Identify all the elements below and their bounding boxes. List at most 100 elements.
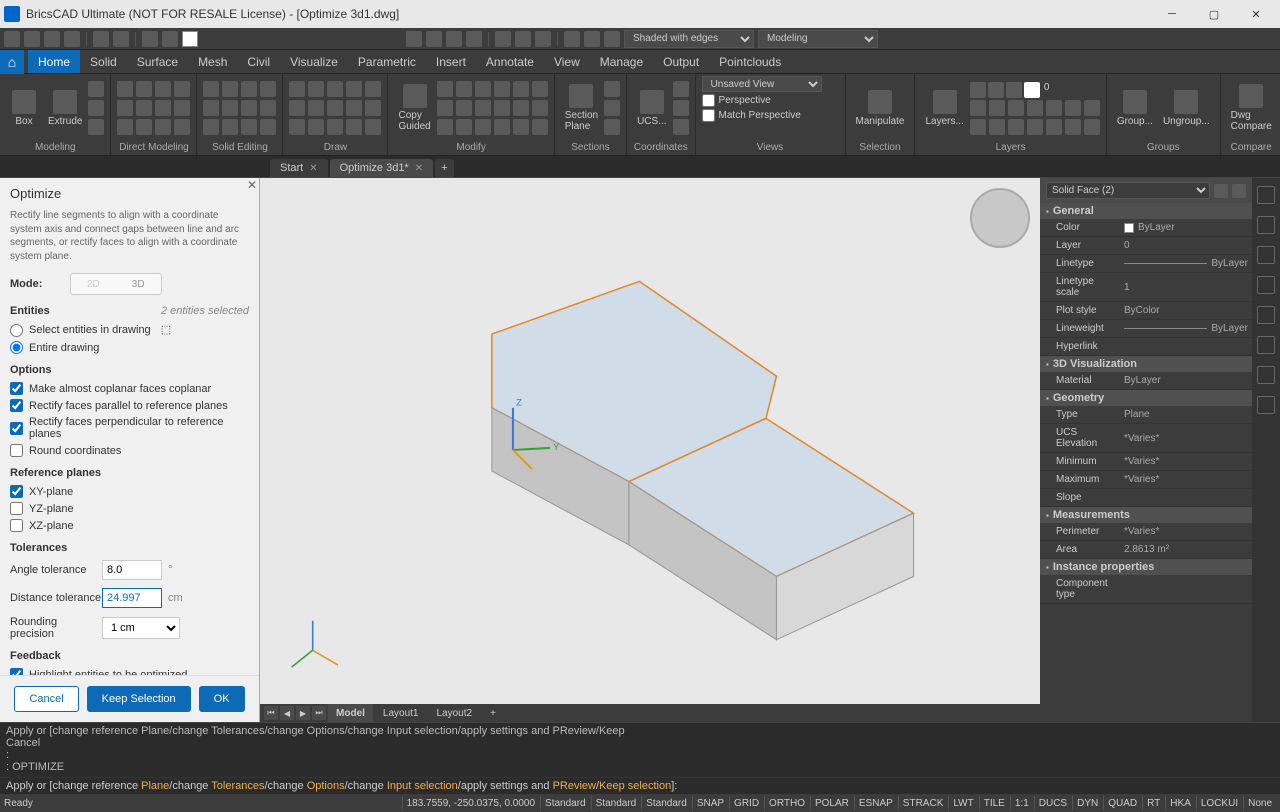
prev-layout-button[interactable]: ◀ <box>280 706 294 720</box>
status-none[interactable]: None <box>1243 796 1276 810</box>
section-general[interactable]: General <box>1040 203 1252 219</box>
entire-drawing-radio[interactable] <box>10 341 23 354</box>
plane-yz-checkbox[interactable] <box>10 502 23 515</box>
print-icon[interactable] <box>64 31 80 47</box>
status-standard2[interactable]: Standard <box>591 796 641 810</box>
highlight-checkbox[interactable] <box>10 668 23 675</box>
section-geometry[interactable]: Geometry <box>1040 390 1252 406</box>
new-icon[interactable] <box>4 31 20 47</box>
qt-icon-7[interactable] <box>142 31 158 47</box>
dwg-compare-button[interactable]: Dwg Compare <box>1227 82 1276 134</box>
command-window[interactable]: Apply or [change reference Plane/change … <box>0 722 1280 794</box>
strip-tool-7-icon[interactable] <box>1257 366 1275 384</box>
status-rt[interactable]: RT <box>1142 796 1164 810</box>
angle-tol-input[interactable] <box>102 560 162 580</box>
filter-icon[interactable] <box>1214 184 1228 198</box>
section-plane-button[interactable]: Section Plane <box>561 82 602 134</box>
section-instance[interactable]: Instance properties <box>1040 559 1252 575</box>
tab-manage[interactable]: Manage <box>590 50 653 73</box>
modeling-tool-1[interactable] <box>88 81 104 97</box>
status-snap[interactable]: SNAP <box>692 796 728 810</box>
tab-home[interactable]: Home <box>28 50 80 73</box>
layout2-tab[interactable]: Layout2 <box>428 704 480 722</box>
tab-pointclouds[interactable]: Pointclouds <box>709 50 791 73</box>
qt-icon-c[interactable] <box>446 31 462 47</box>
toggle-icon[interactable] <box>1232 184 1246 198</box>
perspective-checkbox[interactable] <box>702 94 715 107</box>
keep-selection-button[interactable]: Keep Selection <box>87 686 191 712</box>
view-cube[interactable] <box>970 188 1030 248</box>
strip-tool-2-icon[interactable] <box>1257 216 1275 234</box>
tab-mesh[interactable]: Mesh <box>188 50 237 73</box>
qt-icon-f[interactable] <box>515 31 531 47</box>
status-dyn[interactable]: DYN <box>1072 796 1102 810</box>
first-layout-button[interactable]: ⏮ <box>264 706 278 720</box>
visual-style-icon[interactable] <box>604 31 620 47</box>
status-strack[interactable]: STRACK <box>898 796 948 810</box>
next-layout-button[interactable]: ▶ <box>296 706 310 720</box>
tab-surface[interactable]: Surface <box>127 50 188 73</box>
layers-button[interactable]: Layers... <box>921 88 967 129</box>
status-ortho[interactable]: ORTHO <box>764 796 809 810</box>
strip-tool-5-icon[interactable] <box>1257 306 1275 324</box>
workspace-dropdown[interactable]: Modeling <box>758 30 878 48</box>
option-coplanar-checkbox[interactable] <box>10 382 23 395</box>
tab-output[interactable]: Output <box>653 50 709 73</box>
qt-icon-i[interactable] <box>584 31 600 47</box>
redo-icon[interactable] <box>113 31 129 47</box>
status-lwt[interactable]: LWT <box>948 796 977 810</box>
manipulate-button[interactable]: Manipulate <box>852 88 909 129</box>
ucs-button[interactable]: UCS... <box>633 88 670 129</box>
strip-tool-6-icon[interactable] <box>1257 336 1275 354</box>
status-esnap[interactable]: ESNAP <box>854 796 897 810</box>
option-round-checkbox[interactable] <box>10 444 23 457</box>
close-icon[interactable]: ✕ <box>309 163 317 174</box>
viewport-3d[interactable]: Z Y ⏮ ◀ ▶ ⏭ Model Layout1 Layout2 + <box>260 178 1040 722</box>
box-button[interactable]: Box <box>6 88 42 129</box>
section-measurements[interactable]: Measurements <box>1040 507 1252 523</box>
extrude-button[interactable]: Extrude <box>44 88 86 129</box>
open-icon[interactable] <box>24 31 40 47</box>
close-button[interactable]: ✕ <box>1236 4 1276 24</box>
option-perpendicular-checkbox[interactable] <box>10 422 23 435</box>
copy-guided-button[interactable]: Copy Guided <box>394 82 434 134</box>
status-lockui[interactable]: LOCKUI <box>1196 796 1242 810</box>
status-standard3[interactable]: Standard <box>641 796 691 810</box>
pick-cursor-icon[interactable]: ⬚ <box>161 323 175 337</box>
qt-icon-b[interactable] <box>426 31 442 47</box>
modeling-tool-3[interactable] <box>88 119 104 135</box>
properties-selector[interactable]: Solid Face (2) <box>1046 182 1210 199</box>
option-parallel-checkbox[interactable] <box>10 399 23 412</box>
status-tile[interactable]: TILE <box>979 796 1009 810</box>
command-input[interactable]: Apply or [change reference Plane/change … <box>0 777 1280 794</box>
modeling-tool-2[interactable] <box>88 100 104 116</box>
select-in-drawing-radio[interactable] <box>10 324 23 337</box>
status-ducs[interactable]: DUCS <box>1034 796 1071 810</box>
qt-icon-h[interactable] <box>564 31 580 47</box>
tab-civil[interactable]: Civil <box>237 50 280 73</box>
qt-icon-g[interactable] <box>535 31 551 47</box>
layout1-tab[interactable]: Layout1 <box>375 704 427 722</box>
strip-tool-8-icon[interactable] <box>1257 396 1275 414</box>
color-swatch-icon[interactable] <box>182 31 198 47</box>
tab-annotate[interactable]: Annotate <box>476 50 544 73</box>
doc-tab-file[interactable]: Optimize 3d1*✕ <box>330 159 433 177</box>
status-hka[interactable]: HKA <box>1165 796 1195 810</box>
doc-tab-start[interactable]: Start✕ <box>270 159 328 177</box>
status-grid[interactable]: GRID <box>729 796 763 810</box>
section-3d-visualization[interactable]: 3D Visualization <box>1040 356 1252 372</box>
ok-button[interactable]: OK <box>199 686 245 712</box>
panel-close-button[interactable]: ✕ <box>247 178 257 192</box>
minimize-button[interactable]: ─ <box>1152 4 1192 24</box>
tab-insert[interactable]: Insert <box>426 50 476 73</box>
strip-tool-3-icon[interactable] <box>1257 246 1275 264</box>
status-quad[interactable]: QUAD <box>1103 796 1141 810</box>
qt-icon-8[interactable] <box>162 31 178 47</box>
tab-visualize[interactable]: Visualize <box>280 50 348 73</box>
status-scale[interactable]: 1:1 <box>1010 796 1033 810</box>
status-standard1[interactable]: Standard <box>540 796 590 810</box>
group-button[interactable]: Group... <box>1113 88 1157 129</box>
dist-tol-input[interactable] <box>102 588 162 608</box>
ungroup-button[interactable]: Ungroup... <box>1159 88 1214 129</box>
match-perspective-checkbox[interactable] <box>702 109 715 122</box>
